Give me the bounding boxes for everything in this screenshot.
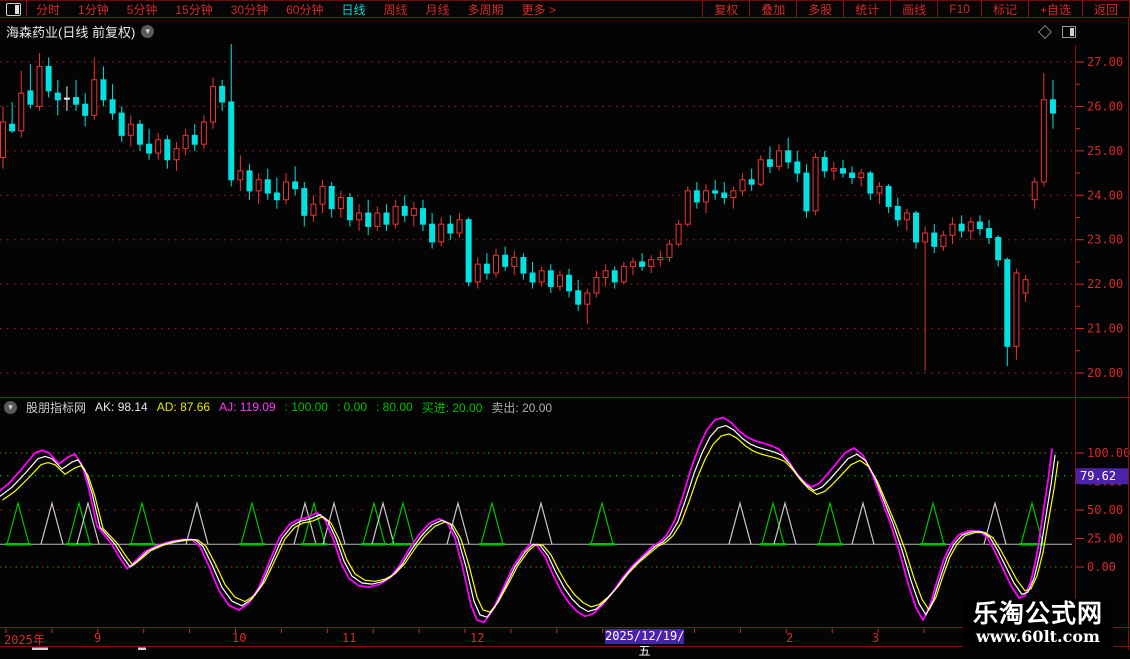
indicator-last-value-badge: 79.62 — [1076, 468, 1128, 484]
app-window: 20.0021.0022.0023.0024.0025.0026.0027.00… — [0, 0, 1130, 650]
axis-label: 23.00 — [1087, 233, 1123, 247]
tab-15min[interactable]: 15分钟 — [166, 1, 221, 18]
tab-30min[interactable]: 30分钟 — [222, 1, 277, 18]
split-panel-icon[interactable] — [1062, 26, 1076, 38]
selected-date-badge: 2025/12/19/五 — [605, 629, 684, 644]
tab-more[interactable]: 更多 > — [513, 1, 565, 18]
button-add-watchlist[interactable]: +自选 — [1029, 1, 1082, 18]
axis-label: 0.00 — [1087, 560, 1116, 574]
indicator-line-ad — [3, 434, 1058, 612]
tab-daily[interactable]: 日线 — [332, 1, 374, 18]
main-grid: 20.00 21.00 22.00 23.00 24.00 25.00 26.00 27.00 — [0, 55, 1123, 380]
tab-60min[interactable]: 60分钟 — [277, 1, 332, 18]
button-mark[interactable]: 标记 — [982, 1, 1028, 18]
axis-month-label: 3 — [872, 631, 879, 645]
indicator-value-ak: AK: 98.14 — [95, 400, 148, 414]
indicator-panel[interactable]: 100.0075.0050.0025.000.0079.62 — [0, 418, 1130, 623]
stock-title-bar: 海森药业(日线 前复权) ▾ — [6, 22, 154, 41]
diamond-marker-icon[interactable] — [1038, 25, 1052, 39]
axis-label: 25.00 — [1087, 144, 1123, 158]
button-back[interactable]: 返回 — [1083, 1, 1129, 18]
indicator-param-80: : 80.00 — [376, 400, 413, 414]
axis-month-label: 12 — [470, 631, 484, 645]
indicator-param-0: : 0.00 — [337, 400, 367, 414]
chart-corner-icons — [1040, 26, 1076, 38]
indicator-lines — [0, 418, 1058, 623]
candlestick-series[interactable] — [1, 42, 1056, 371]
indicator-sell-level: 卖出: 20.00 — [491, 399, 552, 416]
indicator-collapse-icon[interactable]: ▾ — [4, 401, 17, 414]
indicator-name[interactable]: 股朋指标网 — [26, 399, 86, 416]
button-multi-stock[interactable]: 多股 — [797, 1, 843, 18]
indicator-buy-level: 买进: 20.00 — [422, 399, 483, 416]
indicator-value-ad: AD: 87.66 — [157, 400, 210, 414]
tab-fenshi[interactable]: 分时 — [27, 1, 69, 18]
axis-label: 25.00 — [1087, 532, 1123, 546]
button-fuquan[interactable]: 复权 — [703, 1, 749, 18]
button-f10[interactable]: F10 — [938, 2, 981, 16]
indicator-header: ▾ 股朋指标网 AK: 98.14 AD: 87.66 AJ: 119.09 :… — [4, 399, 552, 415]
tab-1min[interactable]: 1分钟 — [69, 1, 118, 18]
axis-month-label: 10 — [232, 631, 246, 645]
tab-multi-period[interactable]: 多周期 — [459, 1, 513, 18]
axis-year-label: 2025年 — [4, 631, 45, 648]
axis-label: 20.00 — [1087, 366, 1123, 380]
axis-label: 50.00 — [1087, 503, 1123, 517]
axis-label: 100.00 — [1087, 446, 1130, 460]
button-draw-line[interactable]: 画线 — [891, 1, 937, 18]
axis-label: 22.00 — [1087, 277, 1123, 291]
layout-toggle-icon[interactable] — [6, 3, 21, 16]
axis-label: 21.00 — [1087, 322, 1123, 336]
indicator-value-aj: AJ: 119.09 — [219, 400, 275, 414]
axis-month-label: 9 — [94, 631, 101, 645]
period-toolbar: 分时 1分钟 5分钟 15分钟 30分钟 60分钟 日线 周线 月线 多周期 更… — [0, 0, 1130, 18]
stock-title: 海森药业(日线 前复权) — [6, 22, 135, 41]
watermark-name: 乐淘公式网 — [973, 601, 1103, 628]
axis-label: 26.00 — [1087, 99, 1123, 113]
frame-lines — [0, 0, 1130, 650]
site-watermark: 乐淘公式网 www.60lt.com — [963, 599, 1113, 648]
axis-month-label: 11 — [342, 631, 356, 645]
button-overlay[interactable]: 叠加 — [750, 1, 796, 18]
tab-weekly[interactable]: 周线 — [374, 1, 416, 18]
chevron-down-icon[interactable]: ▾ — [141, 25, 154, 38]
axis-label: 27.00 — [1087, 55, 1123, 69]
button-statistics[interactable]: 统计 — [844, 1, 890, 18]
axis-label: 24.00 — [1087, 188, 1123, 202]
watermark-url: www.60lt.com — [973, 628, 1103, 645]
indicator-line-ak — [0, 426, 1055, 618]
axis-month-label: 2 — [786, 631, 793, 645]
toolbar-right-group: 复权 叠加 多股 统计 画线 F10 标记 +自选 返回 — [702, 1, 1130, 17]
chart-canvas[interactable]: 20.0021.0022.0023.0024.0025.0026.0027.00… — [0, 0, 1130, 650]
tab-5min[interactable]: 5分钟 — [118, 1, 167, 18]
indicator-param-100: : 100.00 — [285, 400, 328, 414]
tab-monthly[interactable]: 月线 — [417, 1, 459, 18]
axis-label: 79.62 — [1080, 469, 1116, 483]
